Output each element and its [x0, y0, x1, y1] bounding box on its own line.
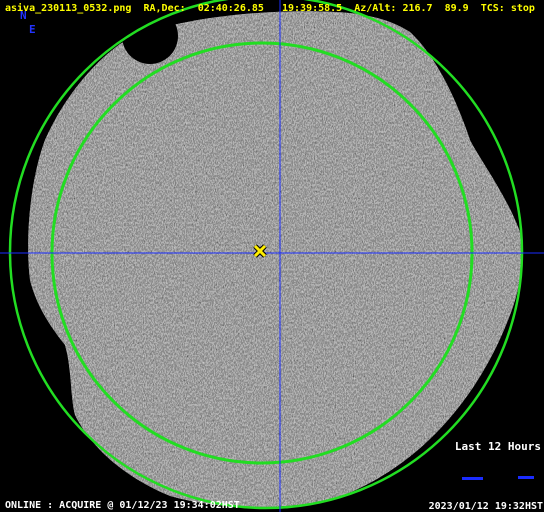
tcs-value: stop — [510, 3, 535, 14]
alt-value: 89.9 — [444, 3, 469, 14]
allsky-viewer: asiva_230113_0532.png RA,Dec: 02:40:26.8… — [0, 0, 544, 512]
history-dash-1 — [462, 477, 483, 480]
acquire-status: ONLINE : ACQUIRE @ 01/12/23 19:34:02HST — [5, 500, 240, 511]
ra-value: 02:40:26.85 — [197, 3, 264, 14]
az-value: 216.7 — [402, 3, 433, 14]
header-bar: asiva_230113_0532.png RA,Dec: 02:40:26.8… — [5, 3, 535, 15]
compass-north: N — [20, 9, 27, 22]
x-marker-icon — [253, 244, 267, 258]
sky-speckle — [28, 11, 523, 508]
allsky-image — [0, 0, 544, 512]
compass-east: E — [29, 23, 36, 36]
dec-value: 19:39:58.5 — [281, 3, 343, 14]
clock-datetime: 2023/01/12 19:32HST — [428, 501, 543, 512]
radec-label: RA,Dec: — [143, 3, 186, 14]
history-dash-2 — [518, 476, 534, 479]
history-label: Last 12 Hours — [454, 440, 541, 453]
tcs-label: TCS: — [480, 3, 505, 14]
azalt-label: Az/Alt: — [354, 3, 397, 14]
